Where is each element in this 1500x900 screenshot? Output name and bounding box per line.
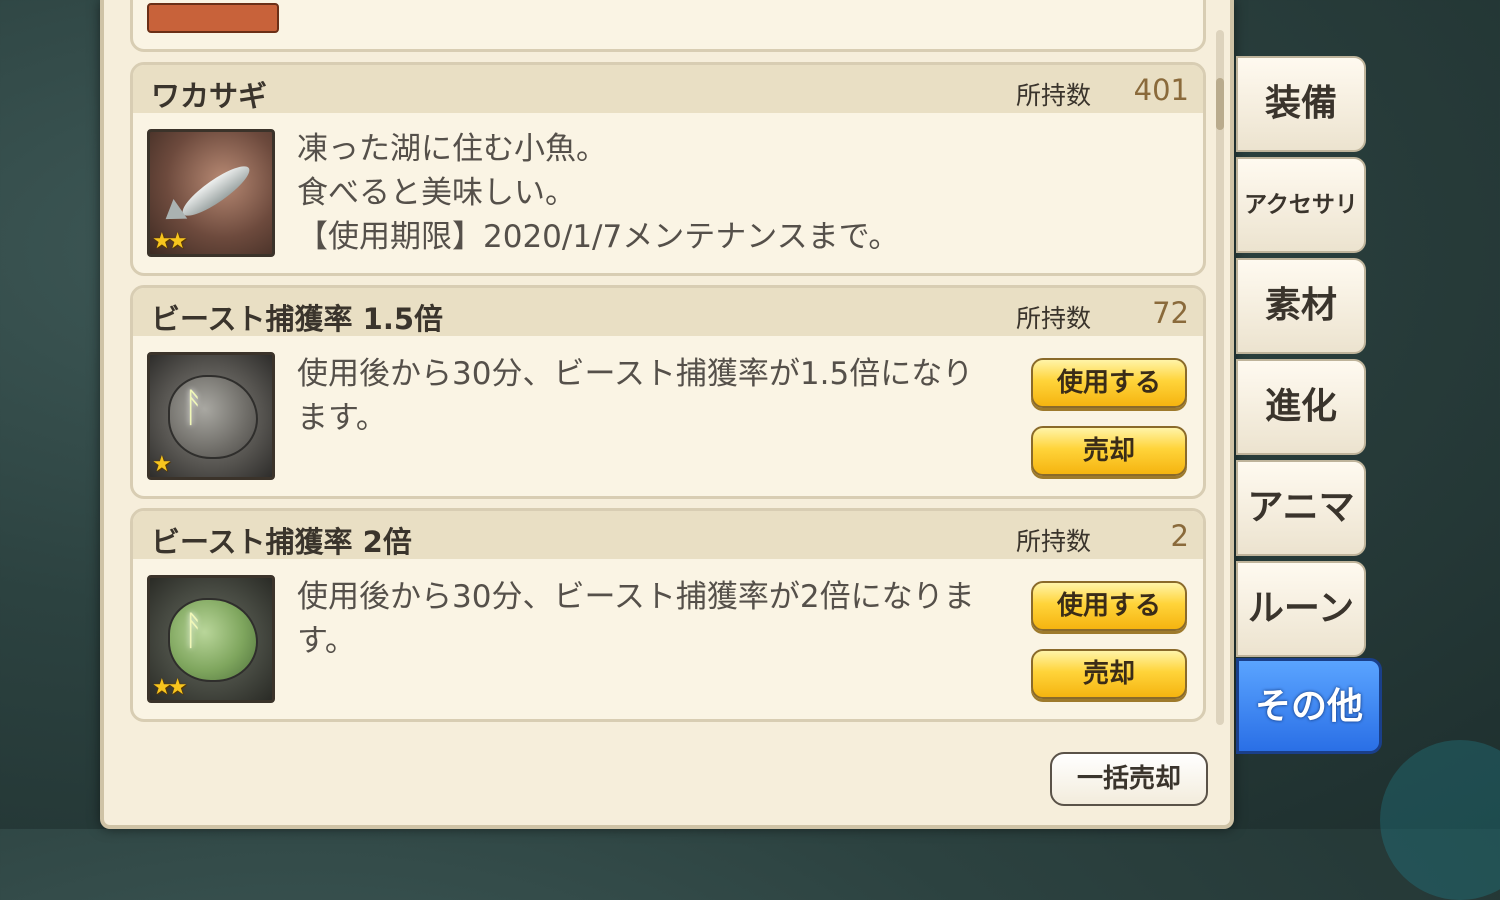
item-name: ビースト捕獲率 1.5倍 (151, 302, 444, 336)
owned-count: 2 (1170, 519, 1189, 553)
item-header: ビースト捕獲率 1.5倍 所持数 72 (133, 288, 1203, 336)
list-item[interactable]: ビースト捕獲率 1.5倍 所持数 72 ᚨ ★ 使用後から30分、ビースト捕獲率… (130, 285, 1206, 499)
fish-tail (158, 199, 188, 229)
item-header: ワカサギ 所持数 401 (133, 65, 1203, 113)
rarity-stars: ★★ (152, 229, 188, 254)
fish-icon[interactable]: ★★ (147, 129, 275, 257)
scrollbar-track[interactable] (1216, 30, 1224, 725)
tab-evolution[interactable]: 進化 (1236, 359, 1366, 455)
item-list-panel: ワカサギ 所持数 401 ★★ 凍った湖に住む小魚。 食べると美味しい。 【使用… (100, 0, 1234, 829)
description-line: 食べると美味しい。 (297, 175, 576, 211)
item-name: ビースト捕獲率 2倍 (151, 525, 412, 559)
rune-stone-icon[interactable]: ᚨ ★ (147, 352, 275, 480)
tab-accessory[interactable]: アクセサリ (1236, 157, 1366, 253)
list-item[interactable]: ビースト捕獲率 2倍 所持数 2 ᚨ ★★ 使用後から30分、ビースト捕獲率が2… (130, 508, 1206, 722)
tab-anima[interactable]: アニマ (1236, 460, 1366, 556)
list-item[interactable]: ワカサギ 所持数 401 ★★ 凍った湖に住む小魚。 食べると美味しい。 【使用… (130, 62, 1206, 276)
rarity-stars: ★ (152, 452, 172, 477)
description-line: 使用後から30分、ビースト捕獲率が1.5倍になり (297, 356, 974, 392)
fish-body (176, 159, 256, 223)
tab-other[interactable]: その他 (1236, 658, 1382, 754)
sell-button[interactable]: 売却 (1031, 649, 1187, 699)
item-header: ビースト捕獲率 2倍 所持数 2 (133, 511, 1203, 559)
description-line: 使用後から30分、ビースト捕獲率が2倍になりま (297, 579, 975, 615)
owned-count: 401 (1133, 73, 1189, 107)
use-button[interactable]: 使用する (1031, 358, 1187, 408)
bulk-sell-button[interactable]: 一括売却 (1050, 752, 1208, 806)
background-decoration (1380, 740, 1500, 900)
partial-item-icon (147, 3, 279, 33)
description-line: ます。 (297, 400, 387, 436)
list-item-partial (130, 0, 1206, 52)
owned-label: 所持数 (1015, 304, 1091, 333)
green-rune-stone-icon[interactable]: ᚨ ★★ (147, 575, 275, 703)
description-line: 【使用期限】2020/1/7メンテナンスまで。 (297, 219, 900, 255)
item-name: ワカサギ (151, 79, 268, 113)
rune-glyph: ᚨ (182, 385, 206, 431)
item-description: 使用後から30分、ビースト捕獲率が1.5倍になり ます。 (297, 352, 973, 440)
tab-materials[interactable]: 素材 (1236, 258, 1366, 354)
item-description: 使用後から30分、ビースト捕獲率が2倍になりま す。 (297, 575, 975, 663)
item-list[interactable]: ワカサギ 所持数 401 ★★ 凍った湖に住む小魚。 食べると美味しい。 【使用… (130, 0, 1210, 730)
description-line: す。 (297, 623, 356, 659)
sell-button[interactable]: 売却 (1031, 426, 1187, 476)
rune-glyph: ᚨ (182, 608, 206, 654)
description-line: 凍った湖に住む小魚。 (297, 131, 607, 167)
owned-label: 所持数 (1015, 527, 1091, 556)
tab-equipment[interactable]: 装備 (1236, 56, 1366, 152)
tab-rune[interactable]: ルーン (1236, 561, 1366, 657)
use-button[interactable]: 使用する (1031, 581, 1187, 631)
owned-count: 72 (1152, 296, 1189, 330)
owned-label: 所持数 (1015, 81, 1091, 110)
rarity-stars: ★★ (152, 675, 188, 700)
item-description: 凍った湖に住む小魚。 食べると美味しい。 【使用期限】2020/1/7メンテナン… (297, 127, 899, 259)
scrollbar-thumb[interactable] (1216, 78, 1224, 130)
